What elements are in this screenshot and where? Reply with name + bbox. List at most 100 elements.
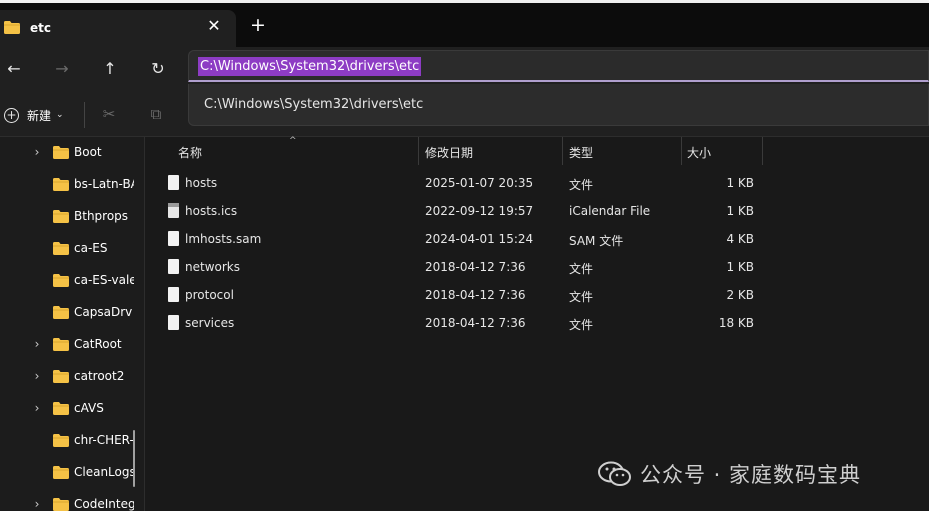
sidebar-item-label: CatRoot [74, 337, 122, 351]
folder-icon [53, 338, 69, 351]
watermark-text: 公众号 · 家庭数码宝典 [640, 463, 862, 487]
navigation-pane: ›CodeIntegrityCleanLogschr-CHER-US›cAVS›… [0, 137, 145, 511]
folder-icon [53, 306, 69, 319]
file-modified: 2018-04-12 7:36 [425, 288, 526, 302]
forward-button[interactable]: → [48, 55, 76, 83]
folder-icon [53, 498, 69, 511]
sidebar-item[interactable]: ca-ES [0, 233, 144, 265]
sidebar-item-label: CapsaDrv [74, 305, 133, 319]
back-button[interactable]: ← [0, 55, 28, 83]
column-divider[interactable] [418, 137, 419, 165]
column-divider[interactable] [681, 137, 682, 165]
folder-icon [53, 402, 69, 415]
column-header-modified[interactable]: 修改日期 [425, 144, 473, 161]
file-icon [168, 259, 179, 274]
address-input[interactable]: C:\Windows\System32\drivers\etc [198, 57, 422, 76]
folder-icon [53, 146, 69, 159]
file-type: SAM 文件 [569, 234, 624, 248]
file-name: hosts.ics [185, 204, 238, 218]
sidebar-item[interactable]: › Boot [0, 137, 144, 169]
file-name: protocol [185, 288, 234, 302]
sidebar-item-label: bs-Latn-BA [74, 177, 134, 191]
cut-icon[interactable]: ✂ [99, 104, 119, 124]
chevron-right-icon[interactable]: › [30, 497, 44, 511]
file-list: ^ 名称 修改日期 类型 大小 hosts 2025-01-07 20:35 文件 1… [146, 136, 929, 511]
column-header-size[interactable]: 大小 [687, 144, 711, 161]
sidebar-item[interactable]: CleanLogs [0, 457, 144, 489]
folder-icon [53, 242, 69, 255]
chevron-right-icon[interactable]: › [30, 337, 44, 351]
file-modified: 2024-04-01 15:24 [425, 232, 534, 246]
folder-icon [4, 21, 20, 34]
tab-title: etc [30, 21, 51, 35]
sidebar-scrollbar[interactable] [133, 430, 135, 487]
sidebar-item-label: CodeIntegrity [74, 497, 134, 511]
chevron-right-icon[interactable]: › [30, 401, 44, 415]
close-tab-icon[interactable]: ✕ [205, 16, 223, 36]
up-button[interactable]: ↑ [96, 55, 124, 83]
folder-icon [53, 178, 69, 191]
sidebar-item[interactable]: › CatRoot [0, 329, 144, 361]
column-headers: ^ 名称 修改日期 类型 大小 [146, 136, 929, 165]
file-modified: 2022-09-12 19:57 [425, 204, 534, 218]
file-modified: 2018-04-12 7:36 [425, 316, 526, 330]
file-type: 文件 [569, 262, 594, 276]
file-name: networks [185, 260, 240, 274]
sidebar-item[interactable]: ca-ES-valencia [0, 265, 144, 297]
file-type: 文件 [569, 178, 594, 192]
file-row[interactable]: networks 2018-04-12 7:36 文件 1 KB [146, 253, 929, 281]
file-row[interactable]: hosts 2025-01-07 20:35 文件 1 KB [146, 169, 929, 197]
sidebar-item[interactable]: chr-CHER-US [0, 425, 144, 457]
sidebar-item-label: chr-CHER-US [74, 433, 134, 447]
sidebar-item-label: Boot [74, 145, 102, 159]
chevron-right-icon[interactable]: › [30, 145, 44, 159]
copy-icon[interactable]: ⧉ [146, 104, 166, 124]
file-modified: 2025-01-07 20:35 [425, 176, 534, 190]
file-size: 18 KB [718, 316, 754, 330]
address-suggestion-item[interactable]: C:\Windows\System32\drivers\etc [204, 97, 423, 112]
chevron-right-icon[interactable]: › [30, 369, 44, 383]
file-name: lmhosts.sam [185, 232, 262, 246]
tab-etc[interactable]: etc ✕ [0, 10, 236, 47]
sidebar-item-label: cAVS [74, 401, 104, 415]
chevron-down-icon: ⌄ [56, 110, 64, 120]
folder-icon [53, 274, 69, 287]
folder-icon [53, 210, 69, 223]
file-row[interactable]: protocol 2018-04-12 7:36 文件 2 KB [146, 281, 929, 309]
command-divider [84, 102, 85, 128]
sidebar-item-label: catroot2 [74, 369, 125, 383]
column-header-type[interactable]: 类型 [569, 144, 593, 161]
sort-indicator-icon: ^ [289, 136, 297, 146]
wechat-icon [598, 461, 631, 486]
file-row[interactable]: services 2018-04-12 7:36 文件 18 KB [146, 309, 929, 337]
new-tab-button[interactable]: + [248, 15, 268, 35]
sidebar-item[interactable]: Bthprops [0, 201, 144, 233]
column-divider[interactable] [762, 137, 763, 165]
file-icon [168, 231, 179, 246]
sidebar-item[interactable]: bs-Latn-BA [0, 169, 144, 201]
file-icon [168, 175, 179, 190]
file-row[interactable]: hosts.ics 2022-09-12 19:57 iCalendar File 1… [146, 197, 929, 225]
sidebar-item[interactable]: › CodeIntegrity [0, 489, 144, 511]
file-size: 2 KB [726, 288, 754, 302]
file-type: iCalendar File [569, 204, 651, 218]
tab-bar: etc ✕ + [0, 3, 929, 47]
sidebar-item-label: Bthprops [74, 209, 129, 223]
new-button[interactable]: + 新建 ⌄ [4, 105, 64, 125]
column-divider[interactable] [562, 137, 563, 165]
file-type: 文件 [569, 290, 594, 304]
sidebar-item-label: ca-ES [74, 241, 108, 255]
file-size: 4 KB [726, 232, 754, 246]
new-button-label: 新建 [27, 108, 52, 123]
refresh-button[interactable]: ↻ [144, 55, 172, 83]
column-header-name[interactable]: 名称 [178, 144, 202, 161]
folder-icon [53, 466, 69, 479]
sidebar-item-label: ca-ES-valencia [74, 273, 134, 287]
file-icon [168, 315, 179, 330]
address-bar[interactable]: C:\Windows\System32\drivers\etc [188, 50, 929, 82]
sidebar-item[interactable]: CapsaDrv [0, 297, 144, 329]
file-name: services [185, 316, 235, 330]
sidebar-item[interactable]: › catroot2 [0, 361, 144, 393]
sidebar-item[interactable]: › cAVS [0, 393, 144, 425]
file-row[interactable]: lmhosts.sam 2024-04-01 15:24 SAM 文件 4 KB [146, 225, 929, 253]
